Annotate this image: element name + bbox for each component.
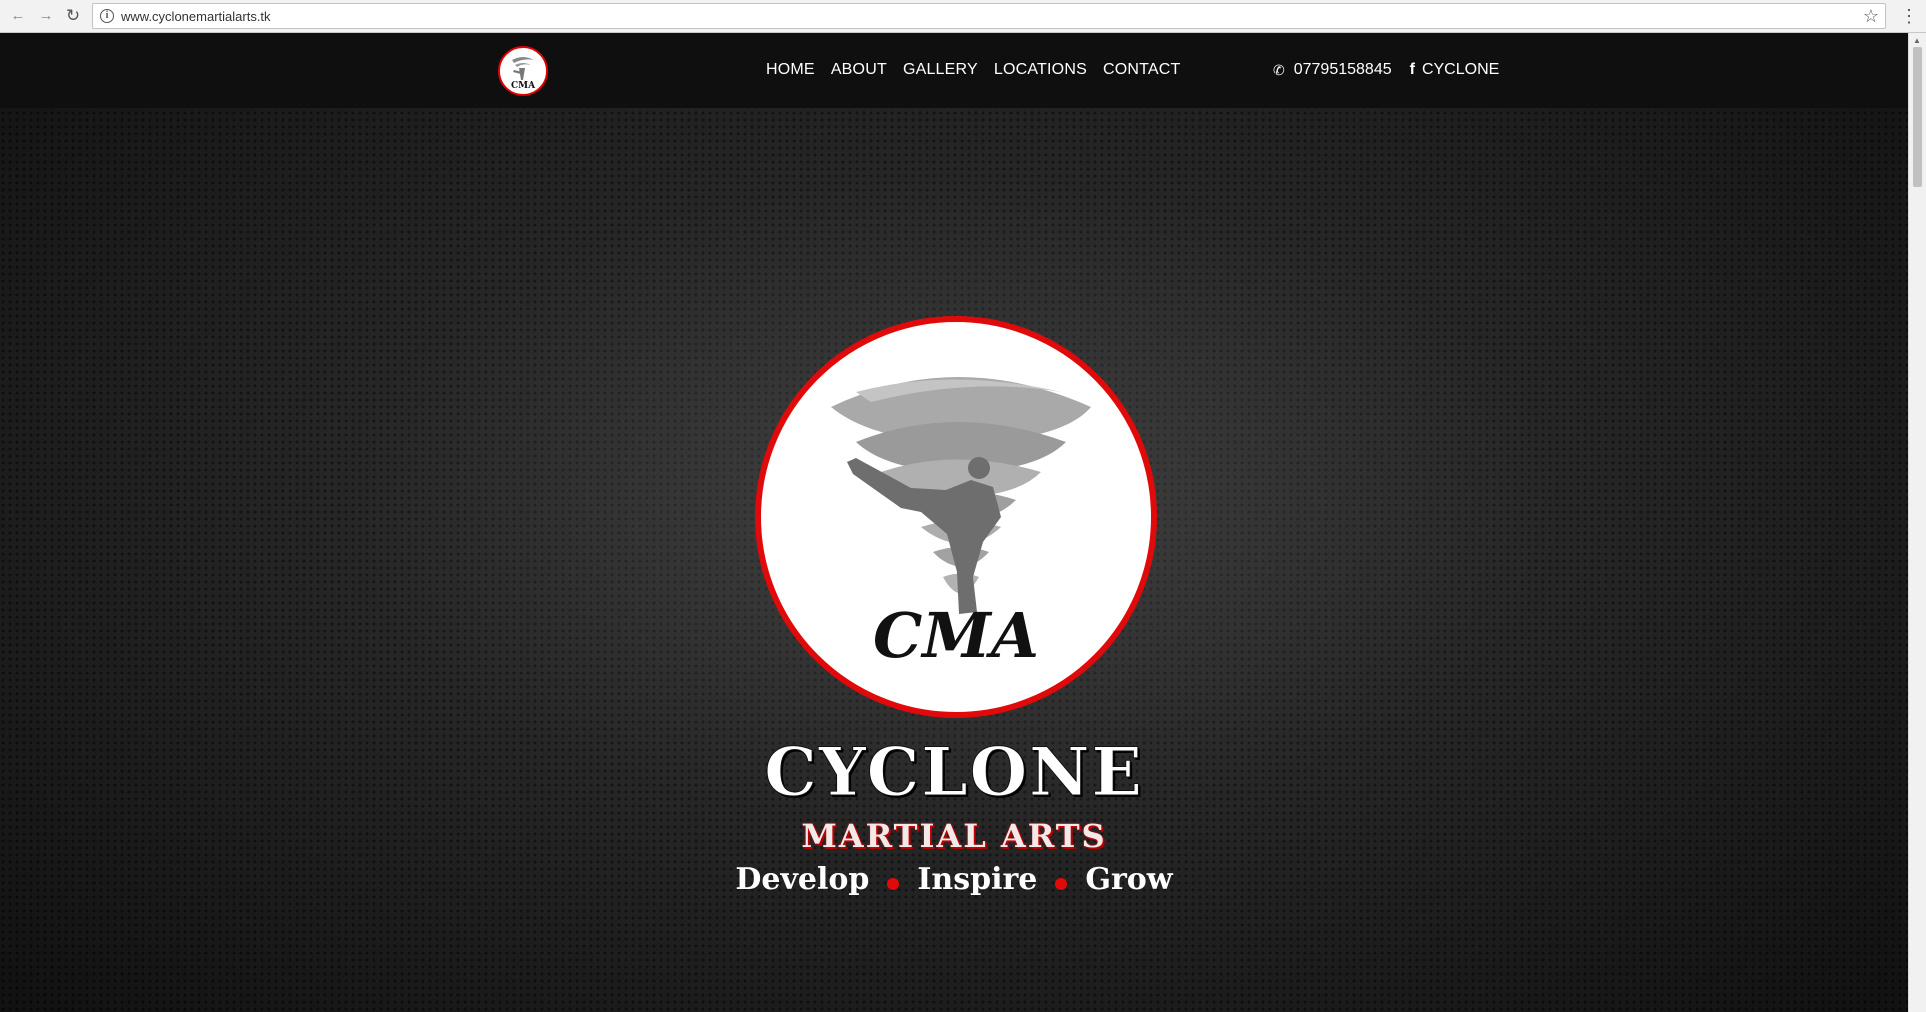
cyclone-fighter-graphic: CMA xyxy=(831,377,1091,672)
bookmark-star-icon[interactable]: ☆ xyxy=(1863,6,1879,27)
contact-bar: ✆ 07795158845 f CYCLONE xyxy=(1273,61,1499,79)
reload-icon[interactable]: ↻ xyxy=(63,6,83,26)
brand-title: CYCLONE xyxy=(764,733,1144,812)
brand-subtitle: MARTIAL ARTS xyxy=(801,817,1107,855)
hero-logo-text: CMA xyxy=(873,599,1039,672)
nav-item-locations[interactable]: LOCATIONS xyxy=(994,61,1087,79)
scroll-up-icon[interactable]: ▲ xyxy=(1913,36,1921,45)
tagline-develop: Develop xyxy=(735,862,870,897)
main-nav: HOME ABOUT GALLERY LOCATIONS CONTACT xyxy=(766,61,1181,79)
hero-logo: CMA xyxy=(755,316,1157,718)
red-dot-icon xyxy=(887,877,900,890)
url-text[interactable]: www.cyclonemartialarts.tk xyxy=(121,9,271,24)
forward-icon[interactable]: → xyxy=(36,6,56,26)
phone-number[interactable]: 07795158845 xyxy=(1294,61,1392,79)
tagline: Develop Inspire Grow xyxy=(0,862,1908,897)
address-bar[interactable]: i www.cyclonemartialarts.tk ☆ xyxy=(92,3,1886,29)
tagline-grow: Grow xyxy=(1085,862,1173,897)
info-icon[interactable]: i xyxy=(100,9,114,23)
tagline-inspire: Inspire xyxy=(917,862,1038,897)
nav-logo[interactable]: CMA xyxy=(498,46,548,96)
nav-item-home[interactable]: HOME xyxy=(766,61,815,79)
facebook-icon[interactable]: f xyxy=(1410,61,1415,79)
nav-logo-text: CMA xyxy=(511,81,536,91)
nav-logo-graphic: CMA xyxy=(511,57,536,91)
back-icon[interactable]: ← xyxy=(8,6,28,26)
nav-item-about[interactable]: ABOUT xyxy=(831,61,887,79)
browser-menu-icon[interactable]: ⋮ xyxy=(1900,6,1918,26)
facebook-link[interactable]: CYCLONE xyxy=(1422,61,1499,79)
phone-icon: ✆ xyxy=(1273,61,1285,78)
browser-toolbar: ← → ↻ i www.cyclonemartialarts.tk ☆ ⋮ xyxy=(0,0,1926,33)
site-header: CMA HOME ABOUT GALLERY LOCATIONS CONTACT… xyxy=(0,33,1908,108)
red-dot-icon xyxy=(1055,877,1068,890)
nav-item-contact[interactable]: CONTACT xyxy=(1103,61,1181,79)
page-body: CMA HOME ABOUT GALLERY LOCATIONS CONTACT… xyxy=(0,33,1908,1012)
page-scrollbar[interactable]: ▲ xyxy=(1908,33,1926,1012)
scroll-thumb[interactable] xyxy=(1913,47,1922,187)
nav-item-gallery[interactable]: GALLERY xyxy=(903,61,978,79)
